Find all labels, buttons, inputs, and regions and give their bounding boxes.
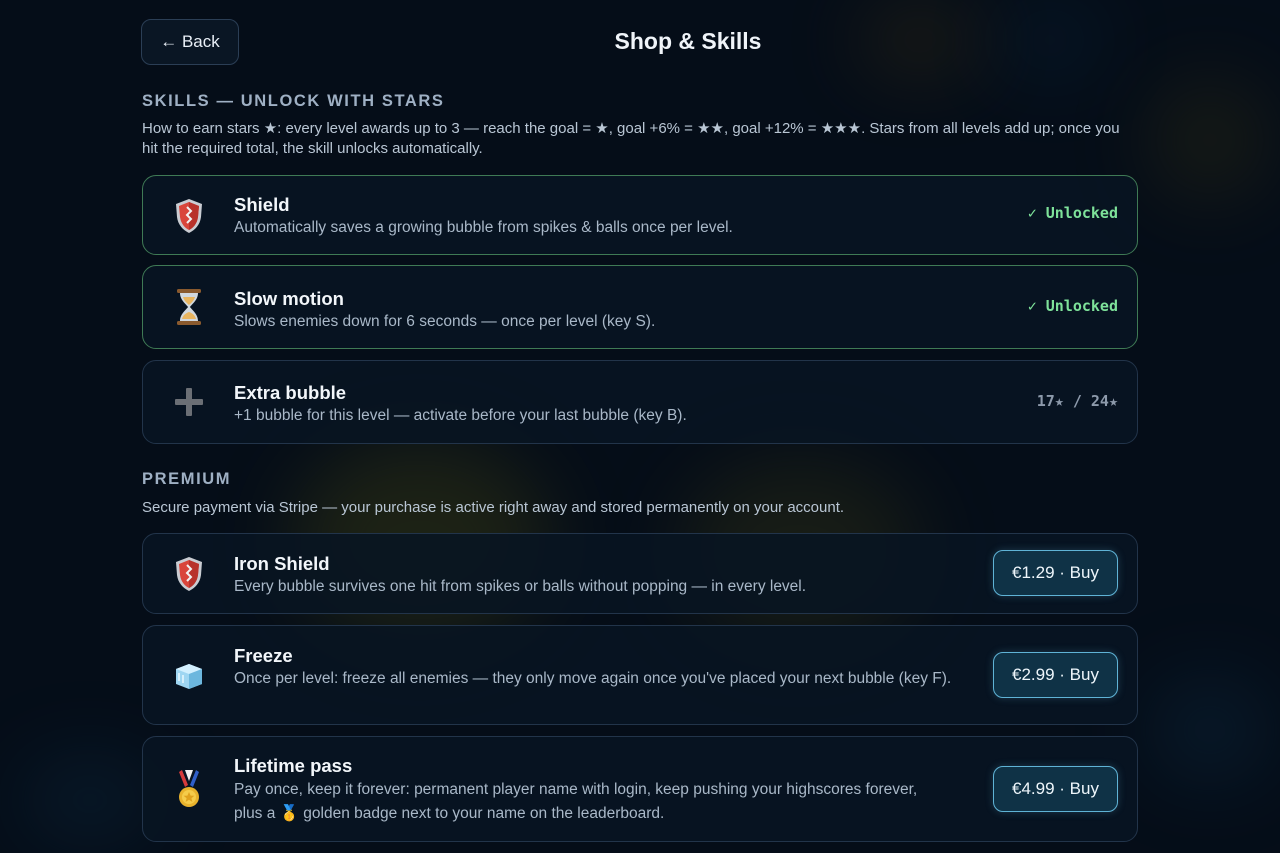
unlocked-status: ✓ Unlocked: [1027, 204, 1118, 222]
ice-cube-icon: [171, 656, 207, 696]
skills-description: How to earn stars ★: every level awards …: [142, 120, 1120, 157]
premium-card-iron-shield: Iron Shield Every bubble survives one hi…: [142, 533, 1138, 614]
skill-card-slow-motion: Slow motion Slows enemies down for 6 sec…: [142, 265, 1138, 349]
plus-icon: [171, 382, 207, 422]
buy-lifetime-pass-button[interactable]: €4.99 · Buy: [993, 766, 1118, 812]
skill-card-extra-bubble: Extra bubble +1 bubble for this level — …: [142, 360, 1138, 444]
premium-title: Iron Shield: [234, 553, 330, 574]
premium-card-freeze: Freeze Once per level: freeze all enemie…: [142, 625, 1138, 725]
premium-title: Lifetime pass: [234, 755, 353, 776]
iron-shield-icon: [171, 554, 207, 594]
shop-page: ← Back Shop & Skills SKILLS — UNLOCK WIT…: [0, 0, 1280, 853]
skill-title: Extra bubble: [234, 382, 347, 403]
premium-heading: PREMIUM: [142, 470, 232, 488]
skill-description: Automatically saves a growing bubble fro…: [234, 219, 733, 236]
premium-description-text: Once per level: freeze all enemies — the…: [234, 670, 952, 687]
skill-card-shield: Shield Automatically saves a growing bub…: [142, 175, 1138, 255]
medal-icon: [171, 769, 207, 809]
skills-heading: SKILLS — UNLOCK WITH STARS: [142, 92, 445, 110]
skill-description: Slows enemies down for 6 seconds — once …: [234, 313, 656, 330]
star-progress: 17★ / 24★: [1036, 392, 1118, 410]
buy-iron-shield-button[interactable]: €1.29 · Buy: [993, 550, 1118, 596]
skill-title: Shield: [234, 194, 290, 215]
premium-card-lifetime-pass: Lifetime pass Pay once, keep it forever:…: [142, 736, 1138, 842]
premium-description: Secure payment via Stripe — your purchas…: [142, 499, 845, 516]
shield-icon: [171, 196, 207, 236]
skill-title: Slow motion: [234, 288, 344, 309]
hourglass-icon: [171, 287, 207, 327]
buy-freeze-button[interactable]: €2.99 · Buy: [993, 652, 1118, 698]
page-title: Shop & Skills: [614, 28, 762, 54]
unlocked-status: ✓ Unlocked: [1027, 297, 1118, 315]
skill-description: +1 bubble for this level — activate befo…: [234, 407, 687, 424]
premium-title: Freeze: [234, 645, 293, 666]
premium-description-text: Pay once, keep it forever: permanent pla…: [234, 781, 918, 822]
premium-description-text: Every bubble survives one hit from spike…: [234, 578, 807, 595]
